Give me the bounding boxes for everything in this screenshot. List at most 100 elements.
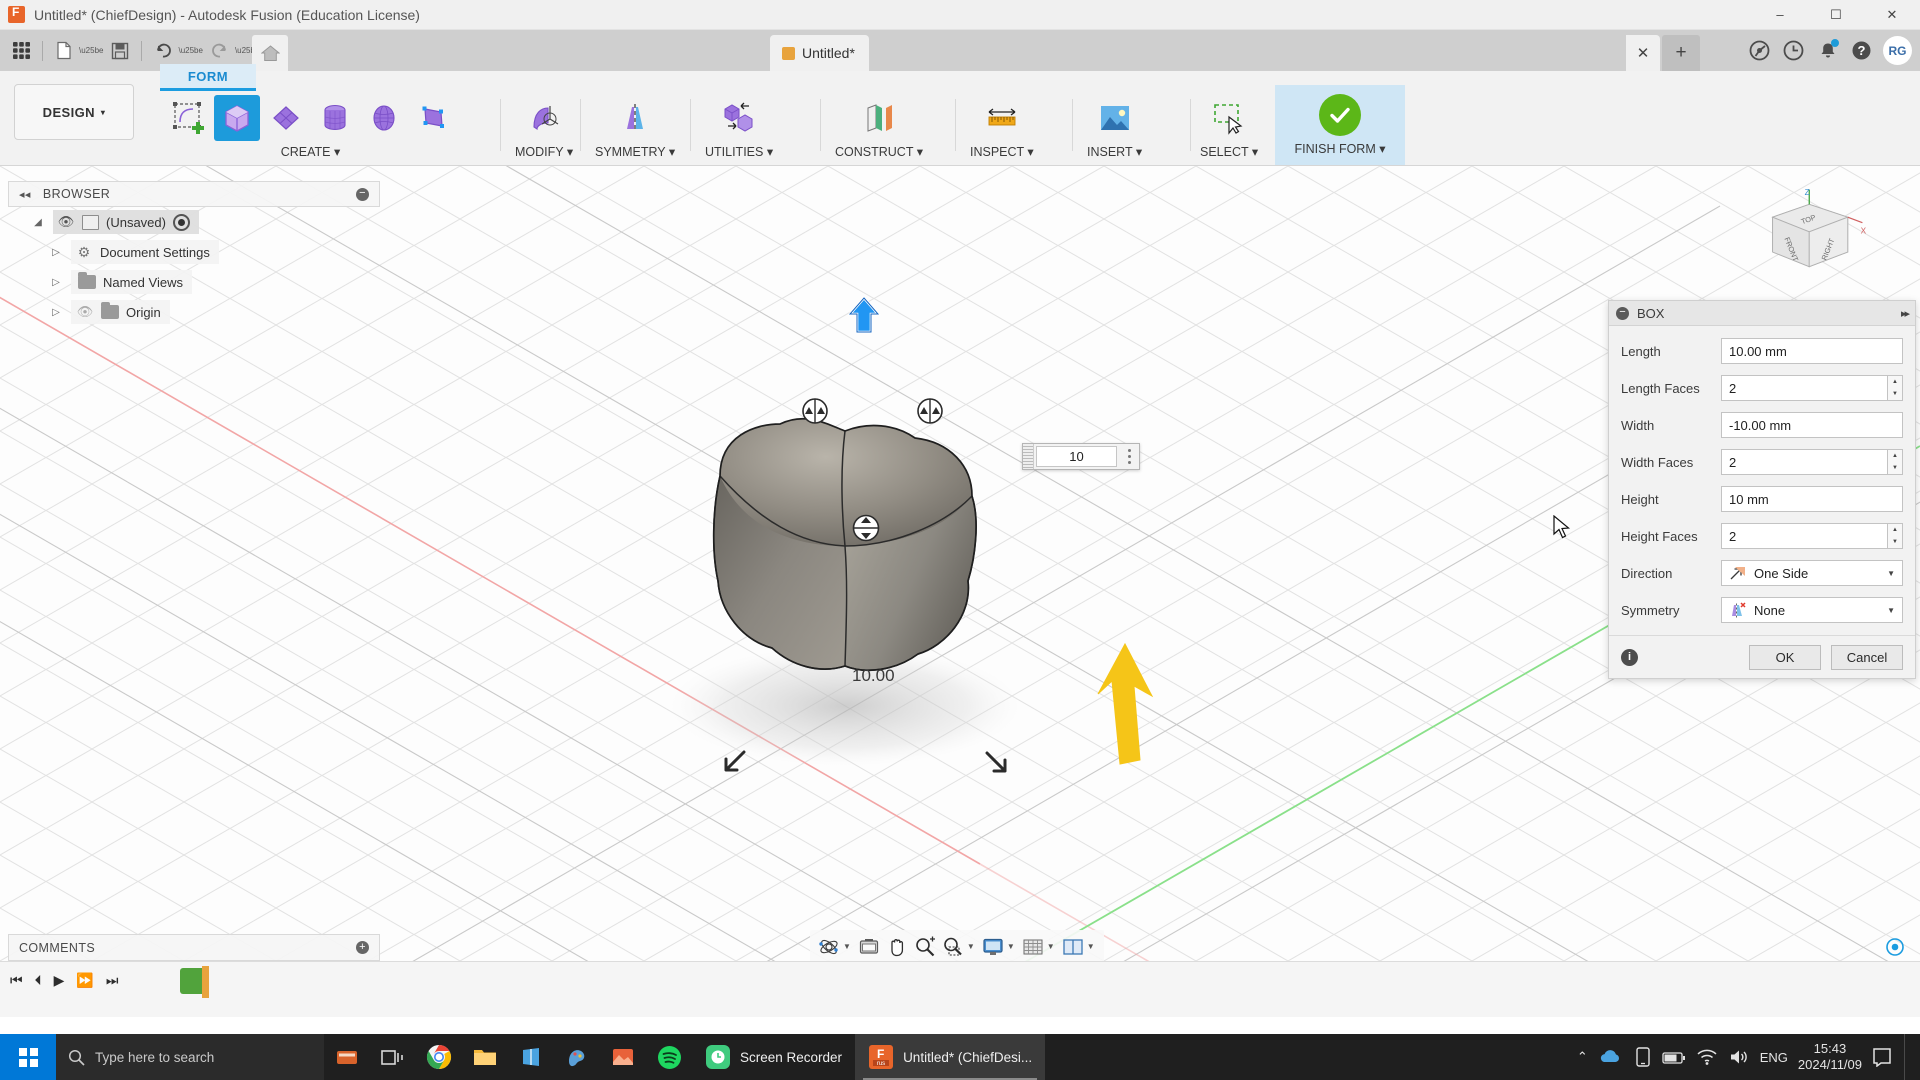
taskbar-search[interactable]: Type here to search — [56, 1034, 324, 1080]
document-tab[interactable]: Untitled* — [770, 35, 869, 71]
document-tab-close-icon[interactable]: ✕ — [1626, 35, 1660, 71]
browser-item-document-settings[interactable]: ▷ ⚙ Document Settings — [8, 237, 380, 267]
box-height-field[interactable]: 10 mm — [1721, 486, 1903, 512]
create-box-tool[interactable] — [214, 95, 260, 141]
create-face-tool[interactable] — [410, 95, 456, 141]
create-cylinder-tool[interactable] — [312, 95, 358, 141]
insert-image-tool[interactable] — [1092, 95, 1138, 141]
zoom-icon[interactable] — [912, 934, 938, 960]
symmetry-mirror-tool[interactable] — [612, 95, 658, 141]
stepper-up-icon[interactable]: ▲ — [1888, 376, 1902, 388]
zoom-caret-icon[interactable]: ▼ — [967, 942, 975, 951]
undo-icon[interactable] — [148, 36, 178, 66]
inspect-measure-tool[interactable] — [979, 95, 1025, 141]
box-height-faces-field[interactable]: 2 — [1721, 523, 1888, 549]
height-arrow-handle[interactable] — [847, 296, 881, 336]
browser-item-origin[interactable]: ▷ 👁 Origin — [8, 297, 380, 327]
show-desktop-button[interactable] — [1904, 1034, 1914, 1080]
finish-form-button[interactable]: FINISH FORM ▾ — [1275, 85, 1405, 165]
fusion-status-icon[interactable] — [1886, 938, 1904, 956]
new-document-caret-icon[interactable]: \u25be — [79, 46, 103, 55]
browser-minimize-icon[interactable]: − — [356, 187, 369, 201]
visibility-hidden-eye-icon[interactable]: 👁 — [76, 304, 94, 320]
action-center-icon[interactable] — [1872, 1047, 1894, 1067]
add-comment-icon[interactable]: + — [356, 941, 369, 954]
construct-plane-tool[interactable] — [856, 95, 902, 141]
comments-panel[interactable]: COMMENTS + — [8, 934, 380, 961]
twisty-icon[interactable]: ▷ — [48, 277, 64, 288]
recent-icon[interactable] — [1781, 38, 1806, 63]
tray-wifi-icon[interactable] — [1696, 1048, 1718, 1066]
taskbar-gallery-icon[interactable] — [600, 1034, 646, 1080]
pan-hand-icon[interactable] — [884, 934, 910, 960]
inspect-panel-label[interactable]: INSPECT ▾ — [970, 144, 1034, 159]
length-faces-handle-right[interactable] — [913, 398, 947, 424]
construct-panel-label[interactable]: CONSTRUCT ▾ — [835, 144, 923, 159]
ok-button[interactable]: OK — [1749, 644, 1821, 670]
new-document-icon[interactable] — [49, 36, 79, 66]
select-panel-label[interactable]: SELECT ▾ — [1200, 144, 1258, 159]
utilities-panel-label[interactable]: UTILITIES ▾ — [705, 144, 773, 159]
cancel-button[interactable]: Cancel — [1831, 644, 1903, 670]
notifications-icon[interactable] — [1815, 38, 1840, 63]
twisty-icon[interactable]: ▷ — [48, 307, 64, 318]
timeline-last-button[interactable]: ⏭ — [106, 972, 119, 989]
box-width-faces-field[interactable]: 2 — [1721, 449, 1888, 475]
home-tab[interactable] — [252, 35, 288, 71]
view-cube[interactable]: TOP FRONT RIGHT Z X — [1752, 186, 1872, 296]
stepper-down-icon[interactable]: ▼ — [1888, 388, 1902, 400]
box-width-faces-stepper[interactable]: ▲ ▼ — [1888, 449, 1903, 475]
width-arrow-handle-right[interactable] — [982, 746, 1016, 780]
close-button[interactable]: ✕ — [1864, 0, 1920, 30]
maximize-button[interactable]: ☐ — [1808, 0, 1864, 30]
taskbar-clock[interactable]: 15:43 2024/11/09 — [1798, 1041, 1862, 1073]
activate-component-icon[interactable] — [172, 213, 190, 231]
tray-volume-icon[interactable] — [1728, 1048, 1750, 1066]
create-form-tool[interactable] — [165, 95, 211, 141]
timeline-first-button[interactable]: ⏮ — [10, 972, 23, 989]
stepper-up-icon[interactable]: ▲ — [1888, 450, 1902, 462]
tray-chevron-icon[interactable]: ⌃ — [1577, 1049, 1588, 1065]
select-tool[interactable] — [1206, 95, 1252, 141]
extensions-icon[interactable] — [1747, 38, 1772, 63]
user-avatar[interactable]: RG — [1883, 36, 1912, 65]
orbit-caret-icon[interactable]: ▼ — [843, 942, 851, 951]
box-symmetry-select[interactable]: None ▼ — [1721, 597, 1903, 623]
modify-edit-form-tool[interactable] — [521, 95, 567, 141]
insert-panel-label[interactable]: INSERT ▾ — [1087, 144, 1142, 159]
length-faces-handle-left[interactable] — [798, 398, 832, 424]
orbit-icon[interactable] — [816, 934, 842, 960]
box-dialog[interactable]: − BOX ▸▸ Length 10.00 mm Length Faces 2 … — [1608, 300, 1916, 679]
inline-value-field[interactable]: 10 — [1036, 446, 1117, 467]
tray-battery-icon[interactable] — [1662, 1049, 1686, 1066]
dialog-expand-icon[interactable]: ▸▸ — [1901, 307, 1910, 320]
tray-onedrive-icon[interactable] — [1598, 1045, 1624, 1069]
start-button[interactable] — [0, 1034, 56, 1080]
modify-panel-label[interactable]: MODIFY ▾ — [515, 144, 573, 159]
taskbar-chrome-icon[interactable] — [416, 1034, 462, 1080]
new-tab-button[interactable]: + — [1662, 35, 1700, 71]
taskbar-fusion[interactable]: F rus Untitled* (ChiefDesi... — [855, 1034, 1046, 1080]
grid-snaps-icon[interactable] — [1020, 934, 1046, 960]
zoom-window-icon[interactable] — [940, 934, 966, 960]
taskbar-store-icon[interactable] — [508, 1034, 554, 1080]
box-length-faces-field[interactable]: 2 — [1721, 375, 1888, 401]
timeline-end-marker[interactable] — [202, 966, 209, 998]
twisty-icon[interactable]: ◢ — [30, 217, 46, 228]
help-icon[interactable]: ? — [1849, 38, 1874, 63]
display-caret-icon[interactable]: ▼ — [1007, 942, 1015, 951]
info-icon[interactable]: i — [1621, 648, 1638, 666]
create-sphere-tool[interactable] — [361, 95, 407, 141]
box-length-field[interactable]: 10.00 mm — [1721, 338, 1903, 364]
viewports-icon[interactable] — [1060, 934, 1086, 960]
tray-language[interactable]: ENG — [1760, 1050, 1788, 1065]
redo-icon[interactable] — [205, 36, 235, 66]
taskbar-cortana-icon[interactable] — [324, 1034, 370, 1080]
box-length-faces-stepper[interactable]: ▲ ▼ — [1888, 375, 1903, 401]
length-arrow-handle-left[interactable] — [714, 746, 748, 780]
tray-phone-icon[interactable] — [1634, 1046, 1652, 1068]
utilities-convert-tool[interactable] — [716, 95, 762, 141]
stepper-up-icon[interactable]: ▲ — [1888, 524, 1902, 536]
box-width-field[interactable]: -10.00 mm — [1721, 412, 1903, 438]
box-height-faces-stepper[interactable]: ▲ ▼ — [1888, 523, 1903, 549]
